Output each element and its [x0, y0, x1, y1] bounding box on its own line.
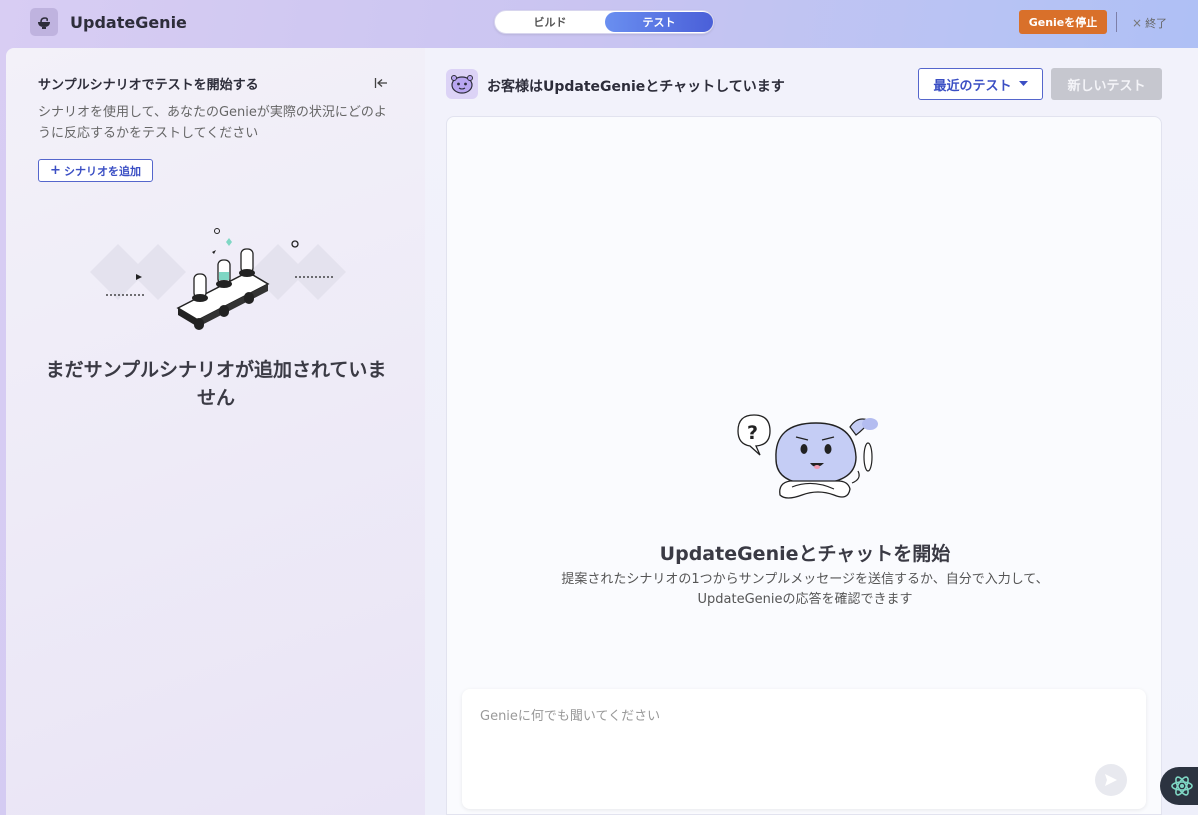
scenario-panel-title: サンプルシナリオでテストを開始する — [38, 78, 259, 93]
send-icon — [1105, 774, 1117, 786]
plus-icon: + — [50, 163, 61, 178]
genie-thinking-illustration: ? — [737, 414, 878, 499]
caret-down-icon — [1018, 81, 1028, 86]
svg-text:?: ? — [747, 422, 758, 444]
chat-area: ? UpdateGenieとチャットを開始 提案されたシナリオの1つからサンプル… — [446, 116, 1162, 815]
mode-toggle: ビルド テスト — [494, 10, 714, 34]
chat-empty-title: UpdateGenieとチャットを開始 — [659, 543, 951, 565]
empty-scenarios-illustration — [90, 228, 346, 330]
scenario-panel-description: シナリオを使用して、あなたのGenieが実際の状況にどのように反応するかをテスト… — [38, 105, 387, 141]
chat-empty-description: 提案されたシナリオの1つからサンプルメッセージを送信するか、自分で入力して、Up… — [561, 572, 1049, 607]
app-logo — [30, 8, 58, 36]
exit-button[interactable]: × 終了 — [1132, 15, 1167, 31]
top-bar: UpdateGenie ビルド テスト Genieを停止 × 終了 — [0, 0, 1198, 46]
top-divider — [1116, 12, 1117, 32]
recent-tests-label: 最近のテスト — [933, 78, 1012, 94]
atom-icon — [1171, 776, 1193, 796]
recent-tests-dropdown[interactable]: 最近のテスト — [918, 68, 1043, 100]
chat-panel: お客様はUpdateGenieとチャットしています 最近のテスト 新しいテスト … — [425, 48, 1198, 815]
chat-input[interactable] — [462, 689, 1146, 809]
chat-input-box — [462, 689, 1146, 809]
new-test-button[interactable]: 新しいテスト — [1051, 68, 1162, 100]
collapse-left-icon[interactable] — [374, 76, 388, 90]
empty-scenarios-text: まだサンプルシナリオが追加されていません — [45, 359, 387, 409]
add-scenario-button[interactable]: + シナリオを追加 — [38, 159, 153, 182]
scenario-panel: サンプルシナリオでテストを開始する シナリオを使用して、あなたのGenieが実際… — [6, 48, 425, 815]
mode-build-button[interactable]: ビルド — [496, 12, 604, 32]
stop-genie-button[interactable]: Genieを停止 — [1019, 10, 1107, 34]
genie-face-icon — [451, 75, 473, 94]
send-button[interactable] — [1095, 764, 1127, 796]
app-title: UpdateGenie — [70, 13, 187, 32]
close-icon: × — [1132, 16, 1143, 30]
genie-lamp-icon — [38, 17, 50, 29]
add-scenario-label: シナリオを追加 — [63, 164, 141, 178]
genie-avatar — [446, 69, 478, 99]
floating-assistant-button[interactable] — [1160, 767, 1198, 805]
chat-header-title: お客様はUpdateGenieとチャットしています — [487, 79, 785, 95]
mode-test-button[interactable]: テスト — [605, 12, 713, 32]
exit-label: 終了 — [1145, 17, 1168, 30]
